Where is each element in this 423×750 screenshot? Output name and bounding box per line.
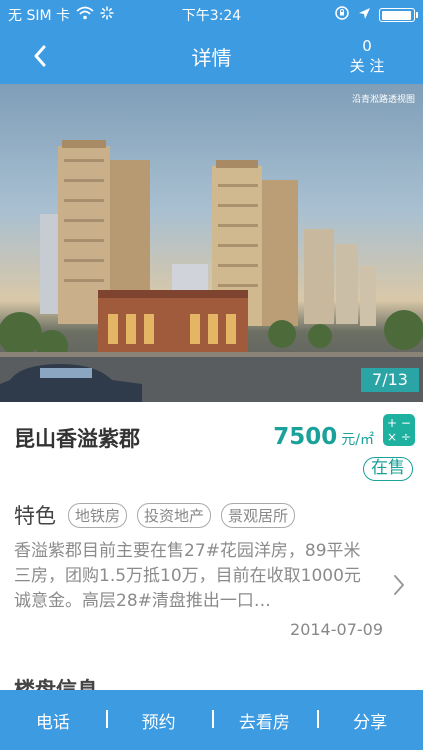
price-value: 7500 [273, 424, 338, 450]
property-name: 昆山香溢紫郡 [14, 427, 140, 451]
photo-caption: 沿青淞路透视图 [351, 95, 415, 105]
share-button[interactable]: 分享 [317, 708, 423, 733]
photo-counter: 7/13 [361, 368, 419, 392]
feature-tag: 景观居所 [221, 502, 296, 528]
location-arrow-icon [358, 7, 371, 24]
rotation-lock-icon [334, 5, 350, 25]
follow-button[interactable]: 0 关 注 [339, 36, 395, 76]
call-button[interactable]: 电话 [0, 708, 106, 733]
navigation-bar: 详情 0 关 注 [0, 28, 423, 84]
news-summary[interactable]: 香溢紫郡目前主要在售27#花园洋房，89平米三房，团购1.5万抵10万，目前在收… [14, 539, 376, 614]
follow-count: 0 [362, 37, 372, 55]
sale-status-badge: 在售 [363, 457, 413, 481]
calculator-icon[interactable]: + − × ÷ [383, 414, 415, 446]
visit-button[interactable]: 去看房 [211, 708, 318, 733]
property-photo[interactable]: 沿青淞路透视图 [0, 84, 423, 402]
detail-card: 昆山香溢紫郡 7500 元/㎡ + − × ÷ 在售 特色 地铁房 投资地产 景观… [0, 402, 423, 702]
price: 7500 元/㎡ [273, 424, 374, 450]
bottom-action-bar: 电话 预约 去看房 分享 [0, 690, 423, 750]
status-bar: 无 SIM 卡 下午3:24 [0, 0, 423, 28]
features-title: 特色 [14, 504, 56, 528]
building-illustration [0, 140, 423, 402]
booking-button[interactable]: 预约 [105, 708, 212, 733]
follow-label: 关 注 [349, 57, 385, 75]
price-unit: 元/㎡ [341, 432, 374, 448]
news-date: 2014-07-09 [290, 620, 383, 639]
feature-tag: 投资地产 [137, 502, 212, 528]
battery-icon [379, 8, 418, 22]
features-row: 特色 地铁房 投资地产 景观居所 [14, 500, 296, 530]
chevron-right-icon[interactable] [393, 574, 405, 600]
top-bar: 无 SIM 卡 下午3:24 详情 0 关 注 [0, 0, 423, 84]
feature-tag: 地铁房 [68, 502, 128, 528]
